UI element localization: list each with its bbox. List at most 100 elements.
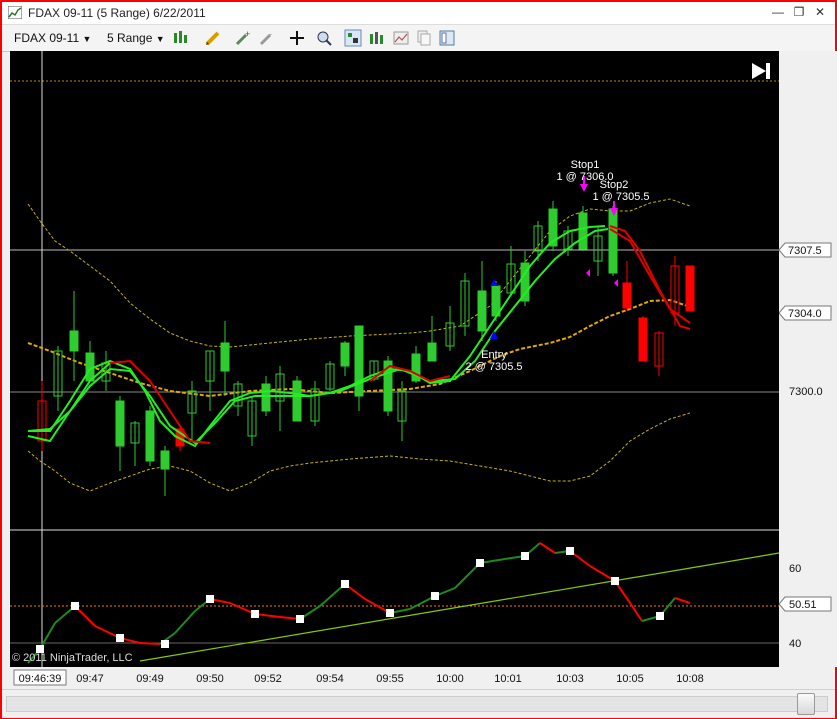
oscillator-segment — [139, 642, 161, 645]
indicator-tick-40: 40 — [789, 638, 801, 650]
horizontal-scrollbar[interactable] — [2, 689, 835, 718]
candle-14 — [247, 396, 257, 446]
swing-point-5 — [251, 610, 259, 618]
candle-17 — [292, 376, 302, 422]
candle-20 — [340, 341, 350, 376]
swing-point-6 — [296, 615, 304, 623]
swing-point-11 — [521, 552, 529, 560]
interval-label: 5 Range — [107, 31, 153, 45]
oscillator-segment — [539, 542, 556, 554]
time-tick-3: 09:52 — [254, 673, 282, 685]
window-title: FDAX 09-11 (5 Range) 6/22/2011 — [28, 6, 206, 20]
swing-point-1 — [71, 602, 79, 610]
add-indicator-icon[interactable]: + — [234, 29, 252, 47]
strategy-icon[interactable]: - — [258, 29, 276, 47]
properties-icon[interactable] — [344, 29, 362, 47]
swing-point-14 — [656, 612, 664, 620]
close-button[interactable]: ✕ — [810, 4, 830, 21]
chart-grid — [10, 51, 779, 667]
candle-body — [477, 290, 487, 332]
candle-40 — [638, 316, 648, 362]
candle-body — [69, 330, 79, 352]
candle-body — [145, 410, 155, 462]
stop2-detail: 1 @ 7305.5 — [592, 191, 649, 203]
entry-title: Entry — [481, 349, 507, 361]
candle-body — [638, 317, 648, 362]
candle-23 — [383, 356, 393, 416]
price-marker-7307: 7307.5 — [779, 242, 832, 258]
candle-28 — [460, 273, 470, 336]
candle-body — [685, 265, 695, 312]
swing-point-7 — [341, 580, 349, 588]
chart-style-icon[interactable] — [172, 29, 190, 47]
svg-text:+: + — [245, 29, 250, 39]
candle-18 — [310, 381, 320, 426]
candle-body — [261, 383, 271, 412]
price-marker-7304-label: 7304.0 — [788, 308, 822, 320]
swing-point-4 — [206, 595, 214, 603]
stop1-arrow — [580, 184, 588, 192]
template-icon[interactable] — [438, 29, 456, 47]
candlestick-series — [37, 201, 695, 496]
indicator-trendline — [139, 552, 779, 662]
candle-11 — [205, 350, 215, 411]
stop2-label: Stop2 1 @ 7305.5 — [592, 179, 649, 203]
candle-body — [622, 282, 632, 309]
copy-icon[interactable] — [415, 29, 433, 47]
scroll-thumb[interactable] — [797, 693, 815, 715]
lower-band — [27, 412, 691, 492]
swing-point-12 — [566, 547, 574, 555]
scroll-track[interactable] — [6, 696, 828, 712]
zoom-icon[interactable] — [315, 29, 333, 47]
instrument-selector[interactable]: FDAX 09-11 ▼ — [14, 29, 91, 47]
chart-toolbar: FDAX 09-11 ▼ 5 Range ▼ + - — [2, 25, 835, 52]
time-tick-10: 10:08 — [676, 673, 704, 685]
slow-ma-red-4 — [609, 228, 691, 324]
drawing-pencil-icon[interactable] — [204, 29, 222, 47]
slow-ma-red-1 — [109, 359, 211, 444]
candle-body — [115, 400, 125, 447]
price-marker-7307-label: 7307.5 — [788, 245, 822, 257]
candle-body — [427, 342, 437, 362]
indicator-tick-60: 60 — [789, 563, 801, 575]
chart-window: FDAX 09-11 (5 Range) 6/22/2011 — ❐ ✕ FDA… — [2, 2, 837, 718]
time-tick-2: 09:50 — [196, 673, 224, 685]
candle-body — [160, 450, 170, 470]
candle-41 — [654, 331, 664, 376]
instrument-label: FDAX 09-11 — [14, 31, 80, 45]
swing-point-2 — [116, 634, 124, 642]
candle-1 — [53, 346, 63, 411]
entry-label: Entry 2 @ 7305.5 — [465, 349, 522, 373]
title-bar[interactable]: FDAX 09-11 (5 Range) 6/22/2011 — ❐ ✕ — [2, 2, 835, 25]
skip-to-end-icon[interactable] — [752, 63, 770, 79]
entry-marker-1 — [490, 279, 498, 286]
restore-button[interactable]: ❐ — [789, 4, 809, 21]
candle-12 — [220, 321, 230, 396]
cursor-time-box: 09:46:39 — [13, 669, 67, 686]
entry-detail: 2 @ 7305.5 — [465, 361, 522, 373]
exit-marker-2 — [614, 279, 618, 287]
candle-8 — [160, 446, 170, 496]
interval-selector[interactable]: 5 Range ▼ — [107, 29, 165, 47]
minimize-button[interactable]: — — [768, 4, 788, 21]
candle-10 — [187, 381, 197, 441]
candle-27 — [445, 306, 455, 351]
time-tick-6: 10:00 — [436, 673, 464, 685]
crosshair-icon[interactable] — [288, 29, 306, 47]
chevron-down-icon: ▼ — [82, 34, 92, 44]
indicator-panel — [27, 542, 779, 664]
candle-43 — [685, 265, 695, 312]
candle-39 — [622, 261, 632, 311]
copyright-text: © 2011 NinjaTrader, LLC — [12, 652, 133, 664]
time-tick-0: 09:47 — [76, 673, 104, 685]
bar-chart-icon[interactable] — [368, 29, 386, 47]
candle-body — [608, 208, 618, 274]
time-tick-4: 09:54 — [316, 673, 344, 685]
candle-7 — [145, 406, 155, 466]
data-box-icon[interactable] — [392, 29, 410, 47]
candle-26 — [427, 316, 437, 362]
price-chart[interactable]: Stop1 1 @ 7306.0 Stop2 1 @ 7305.5 Entry … — [10, 51, 779, 667]
candle-body — [220, 342, 230, 372]
oscillator-segment — [174, 610, 196, 634]
swing-point-13 — [611, 577, 619, 585]
